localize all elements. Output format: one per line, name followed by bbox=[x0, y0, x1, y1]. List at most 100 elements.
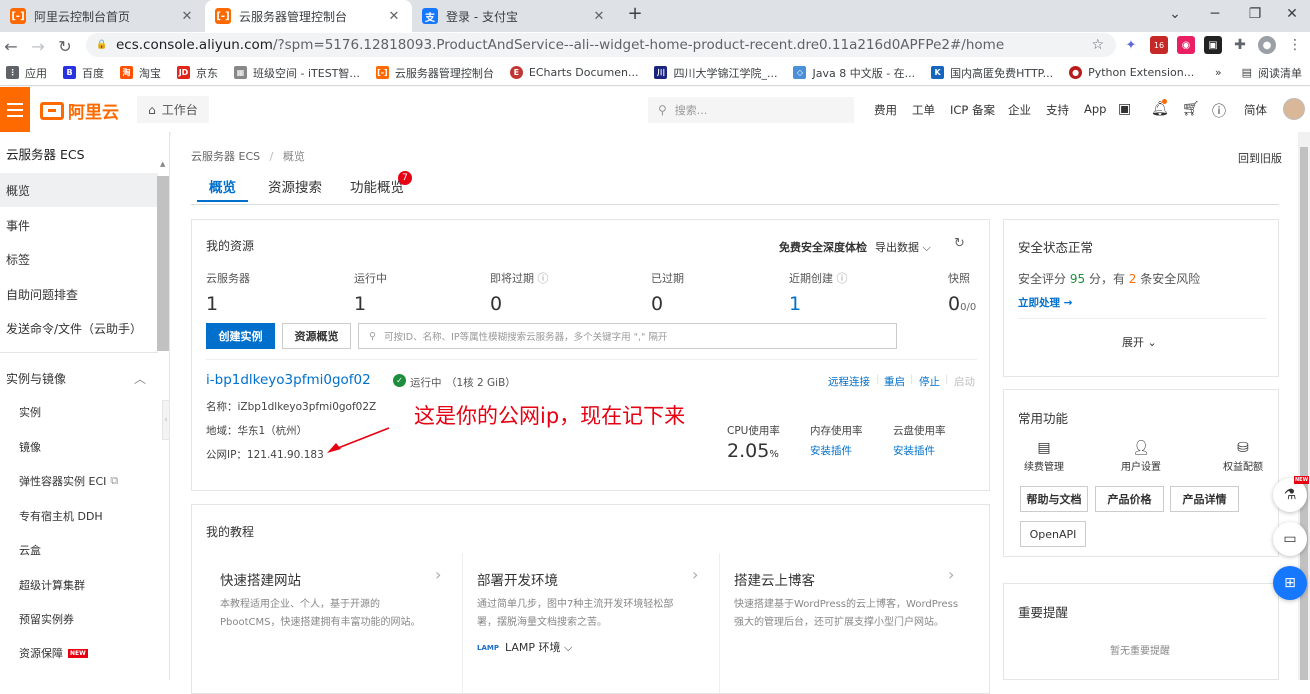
back-arrow-icon[interactable]: ← bbox=[0, 35, 22, 57]
reload-icon[interactable]: ↻ bbox=[54, 35, 76, 57]
resource-overview-button[interactable]: 资源概览 bbox=[282, 323, 351, 349]
tutorial-card-dev-env[interactable]: 部署开发环境 › 通过简单几步，图中7种主流开发环境轻松部署，摆脱海量文档搜索之… bbox=[463, 553, 719, 693]
sidebar-item-images[interactable]: 镜像 bbox=[0, 430, 158, 464]
help-docs-button[interactable]: 帮助与文档 bbox=[1020, 486, 1088, 512]
tutorial-card-website[interactable]: 快速搭建网站 › 本教程适用企业、个人，基于开源的PbootCMS，快速搭建拥有… bbox=[206, 553, 462, 693]
tab-close-icon[interactable]: ✕ bbox=[386, 9, 402, 24]
header-link-support[interactable]: 支持 bbox=[1046, 102, 1069, 118]
extension-badge-icon[interactable]: 16 bbox=[1150, 36, 1168, 54]
bookmark-taobao[interactable]: 淘淘宝 bbox=[120, 65, 161, 81]
stat-recent-value[interactable]: 1 bbox=[789, 293, 801, 315]
tab-resource-search[interactable]: 资源搜索 bbox=[268, 176, 322, 196]
install-plugin-memory-link[interactable]: 安装插件 bbox=[810, 443, 852, 458]
extension-pink-icon[interactable]: ◉ bbox=[1177, 36, 1195, 54]
back-to-old-version-link[interactable]: 回到旧版 bbox=[1238, 150, 1282, 166]
browser-tab-alipay-login[interactable]: 支 登录 - 支付宝 ✕ bbox=[412, 0, 617, 32]
header-link-enterprise[interactable]: 企业 bbox=[1008, 102, 1031, 118]
page-scrollbar-thumb[interactable] bbox=[1300, 147, 1308, 680]
new-tab-plus-icon[interactable]: + bbox=[624, 3, 646, 27]
extension-bird-icon[interactable]: ✦ bbox=[1122, 36, 1140, 54]
stat-expiring-value[interactable]: 0 bbox=[490, 293, 502, 315]
bookmark-proxy[interactable]: K 国内高匿免费HTTP... bbox=[931, 65, 1053, 81]
help-circle-icon[interactable]: ⓘ bbox=[833, 272, 847, 285]
remote-connect-link[interactable]: 远程连接 bbox=[828, 374, 870, 389]
sidebar-item-capacity[interactable]: 资源保障 NEW bbox=[0, 636, 158, 670]
bookmark-python[interactable]: ● Python Extension... bbox=[1069, 66, 1194, 79]
openapi-button[interactable]: OpenAPI bbox=[1020, 521, 1086, 547]
address-bar[interactable]: 🔒 ecs.console.aliyun.com/?spm=5176.12818… bbox=[86, 33, 1116, 57]
language-switch[interactable]: 简体 bbox=[1244, 102, 1267, 118]
instance-search-input[interactable]: ⚲ 可按ID、名称、IP等属性模糊搜索云服务器，多个关键字用 "," 隔开 bbox=[358, 323, 897, 349]
close-window-icon[interactable]: ✕ bbox=[1272, 0, 1310, 28]
restart-link[interactable]: 重启 bbox=[884, 374, 905, 389]
stat-expired-value[interactable]: 0 bbox=[651, 293, 663, 315]
bookmark-scu[interactable]: 川四川大学锦江学院_... bbox=[654, 65, 777, 81]
sidebar-item-eci[interactable]: 弹性容器实例 ECI ⧉ bbox=[0, 464, 158, 498]
tutorial-card-blog[interactable]: 搭建云上博客 › 快速搭建基于WordPress的云上博客，WordPress强… bbox=[720, 553, 976, 693]
lamp-env-dropdown[interactable]: LAMP 环境 ⌵ bbox=[505, 639, 572, 655]
global-search-input[interactable]: ⚲ 搜索... bbox=[648, 97, 854, 123]
help-icon[interactable]: ⓘ bbox=[1212, 101, 1226, 121]
forward-arrow-icon[interactable]: → bbox=[27, 35, 49, 57]
tab-close-icon[interactable]: ✕ bbox=[179, 9, 195, 24]
sidebar-item-troubleshoot[interactable]: 自助问题排查 bbox=[0, 277, 158, 311]
free-security-check-link[interactable]: 免费安全深度体检 bbox=[779, 239, 867, 255]
page-scrollbar[interactable] bbox=[1298, 132, 1310, 680]
sidebar-collapse-handle-icon[interactable]: ‹ bbox=[162, 400, 170, 440]
handle-now-link[interactable]: 立即处理 → bbox=[1018, 295, 1072, 310]
chat-feedback-icon[interactable]: ▭ bbox=[1273, 522, 1307, 556]
start-link-disabled[interactable]: 启动 bbox=[954, 374, 975, 389]
bookmark-echarts[interactable]: E ECharts Documen... bbox=[509, 66, 638, 79]
browser-tab-aliyun-home[interactable]: [-] 阿里云控制台首页 ✕ bbox=[0, 0, 205, 32]
header-link-app[interactable]: App bbox=[1084, 102, 1106, 116]
bookmark-ecs-console[interactable]: [-] 云服务器管理控制台 bbox=[375, 65, 494, 81]
refresh-icon[interactable]: ↻ bbox=[954, 236, 965, 251]
cart-icon[interactable]: 🛒︎ bbox=[1182, 101, 1200, 117]
browser-menu-icon[interactable]: ⋮ bbox=[1286, 36, 1304, 54]
bookmark-baidu[interactable]: B 百度 bbox=[63, 65, 104, 81]
sidebar-item-overview[interactable]: 概览 bbox=[0, 173, 158, 207]
renewal-management-shortcut[interactable]: ▤ 续费管理 bbox=[1018, 440, 1070, 473]
expand-toggle[interactable]: 展开 ⌄ bbox=[1122, 334, 1157, 350]
header-link-icp[interactable]: ICP 备案 bbox=[950, 102, 995, 118]
install-plugin-disk-link[interactable]: 安装插件 bbox=[893, 443, 935, 458]
export-data-dropdown[interactable]: 导出数据 ⌵ bbox=[875, 239, 931, 255]
sidebar-item-instances[interactable]: 实例 bbox=[0, 395, 158, 429]
sidebar-item-send-command[interactable]: 发送命令/文件（云助手） bbox=[0, 311, 158, 345]
reading-list[interactable]: ▤ 阅读清单 bbox=[1242, 65, 1302, 81]
stat-servers-value[interactable]: 1 bbox=[206, 293, 218, 315]
header-link-billing[interactable]: 费用 bbox=[874, 102, 897, 118]
tab-feature-overview[interactable]: 功能概览 bbox=[350, 176, 404, 196]
user-settings-shortcut[interactable]: 👤︎ 用户设置 bbox=[1113, 440, 1169, 473]
bookmark-java8[interactable]: ◇ Java 8 中文版 - 在... bbox=[793, 65, 915, 81]
scroll-up-arrow-icon[interactable]: ▲ bbox=[160, 160, 165, 168]
sidebar-item-tags[interactable]: 标签 bbox=[0, 242, 158, 276]
sidebar-item-cloudbox[interactable]: 云盒 bbox=[0, 533, 158, 567]
breadcrumb-root[interactable]: 云服务器 ECS bbox=[191, 150, 260, 163]
product-details-button[interactable]: 产品详情 bbox=[1170, 486, 1239, 512]
extensions-puzzle-icon[interactable]: ✚ bbox=[1231, 36, 1249, 54]
stop-link[interactable]: 停止 bbox=[919, 374, 940, 389]
tab-overview[interactable]: 概览 bbox=[197, 176, 248, 202]
app-grid-icon[interactable]: ⊞ bbox=[1273, 566, 1307, 600]
sidebar-item-events[interactable]: 事件 bbox=[0, 208, 158, 242]
bookmark-apps[interactable]: ⋮ 应用 bbox=[6, 65, 47, 81]
user-avatar[interactable] bbox=[1283, 98, 1305, 120]
bookmark-jd[interactable]: JD 京东 bbox=[177, 65, 218, 81]
aliyun-logo[interactable]: 阿里云 bbox=[40, 98, 119, 123]
sidebar-item-scc[interactable]: 超级计算集群 bbox=[0, 568, 158, 602]
quota-shortcut[interactable]: ⛁ 权益配额 bbox=[1215, 440, 1271, 473]
minimize-window-icon[interactable]: ─ bbox=[1195, 0, 1235, 28]
stat-snapshot-value[interactable]: 00/0 bbox=[948, 293, 976, 315]
tab-search-chevron-icon[interactable]: ⌄ bbox=[1155, 0, 1195, 28]
menu-hamburger-icon[interactable] bbox=[0, 87, 30, 132]
sidebar-item-reserved[interactable]: 预留实例券 bbox=[0, 602, 158, 636]
tab-close-icon[interactable]: ✕ bbox=[591, 9, 607, 24]
bookmark-itest[interactable]: ▦ 班级空间 - iTEST智... bbox=[234, 65, 360, 81]
product-pricing-button[interactable]: 产品价格 bbox=[1095, 486, 1164, 512]
help-circle-icon[interactable]: ⓘ bbox=[534, 272, 548, 285]
stat-running-value[interactable]: 1 bbox=[354, 293, 366, 315]
sidebar-scrollbar[interactable] bbox=[157, 176, 169, 351]
browser-tab-ecs-console[interactable]: [-] 云服务器管理控制台 ✕ bbox=[205, 0, 412, 32]
instance-id-link[interactable]: i-bp1dlkeyo3pfmi0gof02 bbox=[206, 372, 371, 388]
